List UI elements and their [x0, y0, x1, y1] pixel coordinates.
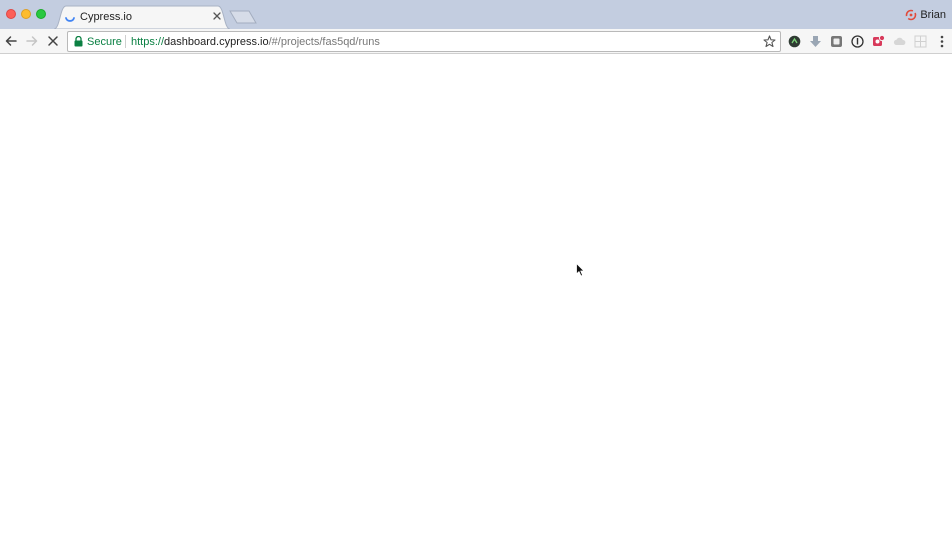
browser-tab-active[interactable]: Cypress.io	[54, 5, 230, 29]
omnibox-divider	[125, 35, 126, 48]
window-maximize-button[interactable]	[36, 9, 46, 19]
kebab-menu-icon[interactable]	[938, 35, 946, 48]
red-badge-extension-icon[interactable]	[872, 35, 885, 48]
browser-tabstrip: Cypress.io Brian	[0, 0, 952, 29]
window-close-button[interactable]	[6, 9, 16, 19]
cypress-profile-icon	[906, 9, 917, 21]
profile-name: Brian	[920, 9, 946, 21]
square-extension-icon[interactable]	[830, 35, 843, 48]
tab-close-icon[interactable]	[211, 10, 223, 22]
info-circle-extension-icon[interactable]	[851, 35, 864, 48]
url-path: /#/projects/fas5qd/runs	[268, 36, 380, 48]
browser-toolbar: Secure https://dashboard.cypress.io/#/pr…	[0, 29, 952, 54]
back-arrow-icon[interactable]	[4, 34, 18, 48]
url-host: dashboard.cypress.io	[164, 36, 269, 48]
page-viewport[interactable]	[0, 55, 952, 536]
new-tab-button[interactable]	[229, 10, 257, 24]
grid-extension-icon[interactable]	[914, 35, 927, 48]
forward-arrow-icon[interactable]	[25, 34, 39, 48]
download-arrow-extension-icon[interactable]	[809, 35, 822, 48]
stop-loading-icon[interactable]	[46, 34, 60, 48]
security-label: Secure	[87, 36, 122, 48]
loading-spinner-icon	[65, 17, 75, 22]
mouse-pointer-icon	[576, 263, 585, 277]
tab-title: Cypress.io	[80, 11, 132, 23]
bookmark-star-icon[interactable]	[763, 35, 776, 48]
circle-dark-extension-icon[interactable]	[788, 35, 801, 48]
url-scheme: https://	[131, 36, 165, 48]
lock-icon	[74, 36, 83, 47]
cloud-extension-icon[interactable]	[893, 35, 906, 48]
url-text[interactable]: https://dashboard.cypress.io/#/projects/…	[131, 36, 380, 48]
address-bar[interactable]: Secure https://dashboard.cypress.io/#/pr…	[67, 31, 781, 52]
window-minimize-button[interactable]	[21, 9, 31, 19]
profile-button[interactable]: Brian	[905, 8, 946, 22]
